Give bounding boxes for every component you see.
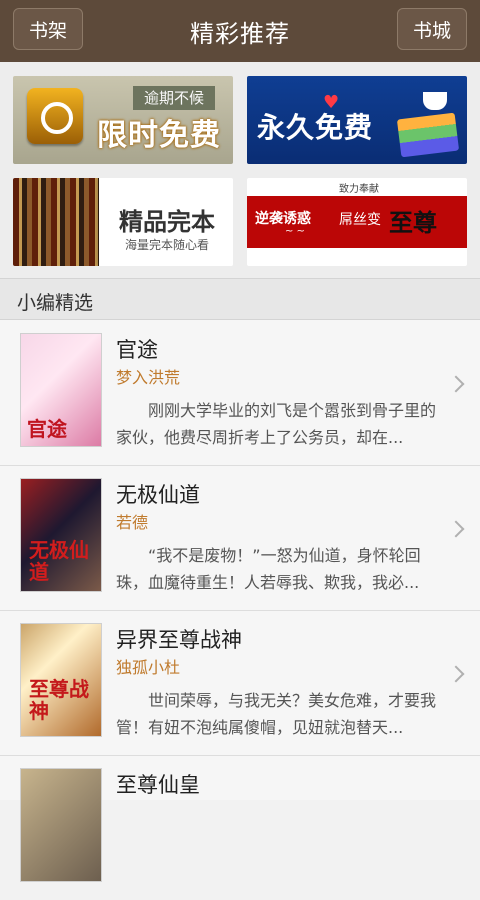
chevron-right-icon bbox=[447, 520, 465, 538]
book-title: 异界至尊战神 bbox=[116, 628, 242, 652]
banner-subtitle: 逾期不候 bbox=[133, 86, 215, 110]
coffee-cup-icon bbox=[423, 92, 447, 110]
book-cover: 无极仙道 bbox=[20, 478, 102, 592]
book-author: 独孤小杜 bbox=[116, 658, 181, 677]
supreme-banner[interactable]: 致力奉献 逆袭诱惑 ~ ~ 屌丝变 至尊 bbox=[247, 178, 467, 266]
book-description: 刚刚大学毕业的刘飞是个嚣张到骨子里的家伙，他费尽周折考上了公务员，却在... bbox=[116, 401, 437, 447]
book-author: 梦入洪荒 bbox=[116, 368, 181, 387]
wave-icon: ~ ~ bbox=[285, 226, 305, 237]
bookstore-button[interactable]: 书城 bbox=[397, 8, 467, 50]
book-author: 若德 bbox=[116, 513, 149, 532]
book-cover: 至尊战神 bbox=[20, 623, 102, 737]
limited-free-banner[interactable]: 逾期不候 限时免费 bbox=[13, 76, 233, 164]
banner-title: 永久免费 bbox=[257, 111, 374, 144]
banner-grid: 逾期不候 限时免费 ♥ 永久免费 精品完本 海量完本随心看 致力奉献 逆袭诱惑 … bbox=[0, 62, 480, 278]
banner-subtitle: 海量完本随心看 bbox=[125, 238, 210, 252]
banner-title: 至尊 bbox=[389, 209, 437, 237]
book-cover bbox=[20, 768, 102, 882]
cover-title: 官途 bbox=[27, 417, 67, 441]
book-item[interactable]: 官途 官途 梦入洪荒 刚刚大学毕业的刘飞是个嚣张到骨子里的家伙，他费尽周折考上了… bbox=[0, 320, 480, 466]
section-title: 小编精选 bbox=[17, 292, 94, 314]
book-item[interactable]: 至尊战神 异界至尊战神 独孤小杜 世间荣辱，与我无关？美女危难，才要我管！有妞不… bbox=[0, 610, 480, 756]
chevron-right-icon bbox=[447, 665, 465, 683]
book-list: 官途 官途 梦入洪荒 刚刚大学毕业的刘飞是个嚣张到骨子里的家伙，他费尽周折考上了… bbox=[0, 320, 480, 882]
banner-title: 限时免费 bbox=[97, 118, 221, 153]
cover-title: 至尊战神 bbox=[29, 677, 89, 723]
banner-top-text: 致力奉献 bbox=[339, 184, 379, 195]
banner-left-text: 逆袭诱惑 bbox=[255, 211, 311, 227]
section-header: 小编精选 bbox=[0, 278, 480, 320]
cover-title: 无极仙道 bbox=[29, 538, 89, 584]
book-title: 官途 bbox=[116, 338, 158, 362]
forever-free-banner[interactable]: ♥ 永久免费 bbox=[247, 76, 467, 164]
book-cover: 官途 bbox=[20, 333, 102, 447]
book-title: 无极仙道 bbox=[116, 483, 200, 507]
top-bar: 书架 精彩推荐 书城 bbox=[0, 0, 480, 62]
book-item[interactable]: 无极仙道 无极仙道 若德 “我不是废物！”一怒为仙道，身怀轮回珠，血魔待重生！人… bbox=[0, 465, 480, 611]
book-title: 至尊仙皇 bbox=[116, 773, 200, 797]
banner-title: 精品完本 bbox=[119, 208, 215, 236]
book-item[interactable]: 至尊仙皇 bbox=[0, 755, 480, 900]
clock-icon bbox=[27, 88, 83, 144]
finished-books-banner[interactable]: 精品完本 海量完本随心看 bbox=[13, 178, 233, 266]
chevron-right-icon bbox=[447, 375, 465, 393]
book-description: 世间荣辱，与我无关？美女危难，才要我管！有妞不泡纯属傻帽，见妞就泡替天... bbox=[116, 691, 437, 737]
book-description: “我不是废物！”一怒为仙道，身怀轮回珠，血魔待重生！人若辱我、欺我，我必... bbox=[116, 546, 421, 592]
books-icon bbox=[396, 112, 460, 158]
banner-right-text: 屌丝变 bbox=[339, 212, 381, 228]
